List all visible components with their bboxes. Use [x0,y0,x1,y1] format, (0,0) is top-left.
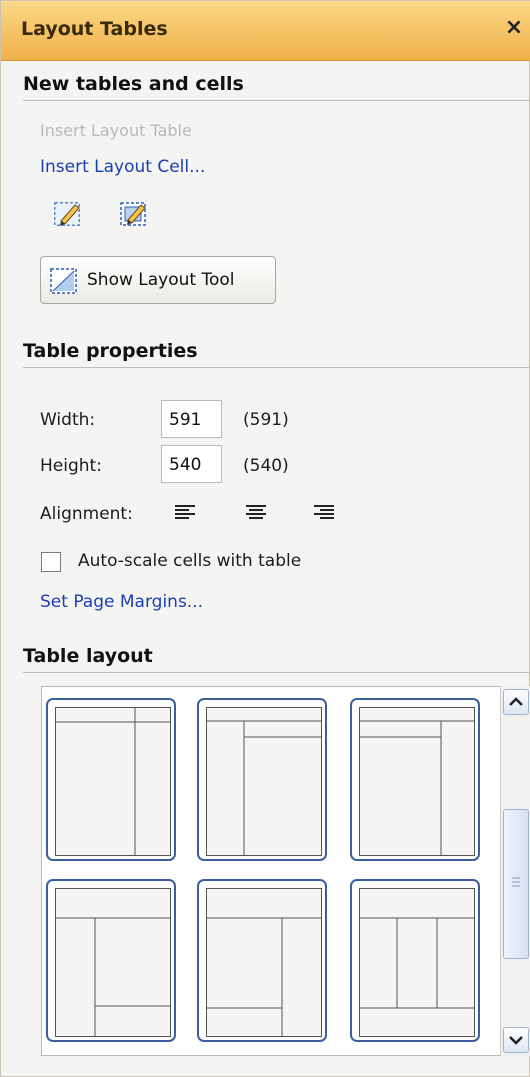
align-left-icon[interactable] [175,505,195,521]
chevron-up-icon [509,697,523,706]
show-layout-tool-label: Show Layout Tool [87,270,235,290]
section-divider [23,672,530,673]
layout-thumbnail-6[interactable] [350,879,480,1042]
height-actual-value: (540) [243,456,289,476]
layout-thumbnail-4[interactable] [46,879,176,1042]
section-table-layout: Table layout [1,643,530,673]
section-table-properties: Table properties [1,338,530,368]
grip-icon [512,877,520,887]
alignment-label: Alignment: [40,504,133,524]
align-center-icon[interactable] [246,505,266,521]
section-new-tables-and-cells: New tables and cells [1,71,530,101]
section-divider [23,367,530,368]
width-actual-value: (591) [243,410,289,430]
chevron-down-icon [509,1036,523,1045]
layout-thumbnail-1[interactable] [46,698,176,861]
set-page-margins-link[interactable]: Set Page Margins... [40,592,203,612]
height-input[interactable]: 540 [161,445,222,483]
width-input[interactable]: 591 [161,400,222,438]
insert-layout-table-link[interactable]: Insert Layout Table [40,121,192,140]
auto-scale-label: Auto-scale cells with table [78,551,302,571]
layout-tables-panel: Layout Tables × New tables and cells Ins… [0,0,530,1077]
section-header-label: Table properties [23,340,198,362]
section-header-label: New tables and cells [23,73,244,95]
gallery-scrollbar[interactable] [500,686,530,1056]
layout-thumbnail-3[interactable] [350,698,480,861]
draw-layout-cell-icon[interactable] [119,199,149,229]
insert-layout-cell-link[interactable]: Insert Layout Cell... [40,157,205,177]
align-right-icon[interactable] [314,505,334,521]
panel-title: Layout Tables [21,18,168,40]
scroll-down-button[interactable] [503,1027,529,1053]
layout-thumbnail-5[interactable] [197,879,327,1042]
show-layout-tool-button[interactable]: Show Layout Tool [40,256,276,304]
height-label: Height: [40,456,102,476]
auto-scale-checkbox[interactable] [41,552,61,572]
section-divider [23,100,530,101]
layout-thumbnail-2[interactable] [197,698,327,861]
scroll-thumb[interactable] [503,809,529,959]
draw-layout-table-icon[interactable] [53,199,83,229]
section-header-label: Table layout [23,645,153,667]
table-layout-gallery [41,686,530,1056]
panel-title-bar: Layout Tables × [1,1,530,61]
close-icon[interactable]: × [503,13,525,43]
width-label: Width: [40,410,96,430]
layout-tool-icon [49,266,79,296]
scroll-up-button[interactable] [503,689,529,715]
